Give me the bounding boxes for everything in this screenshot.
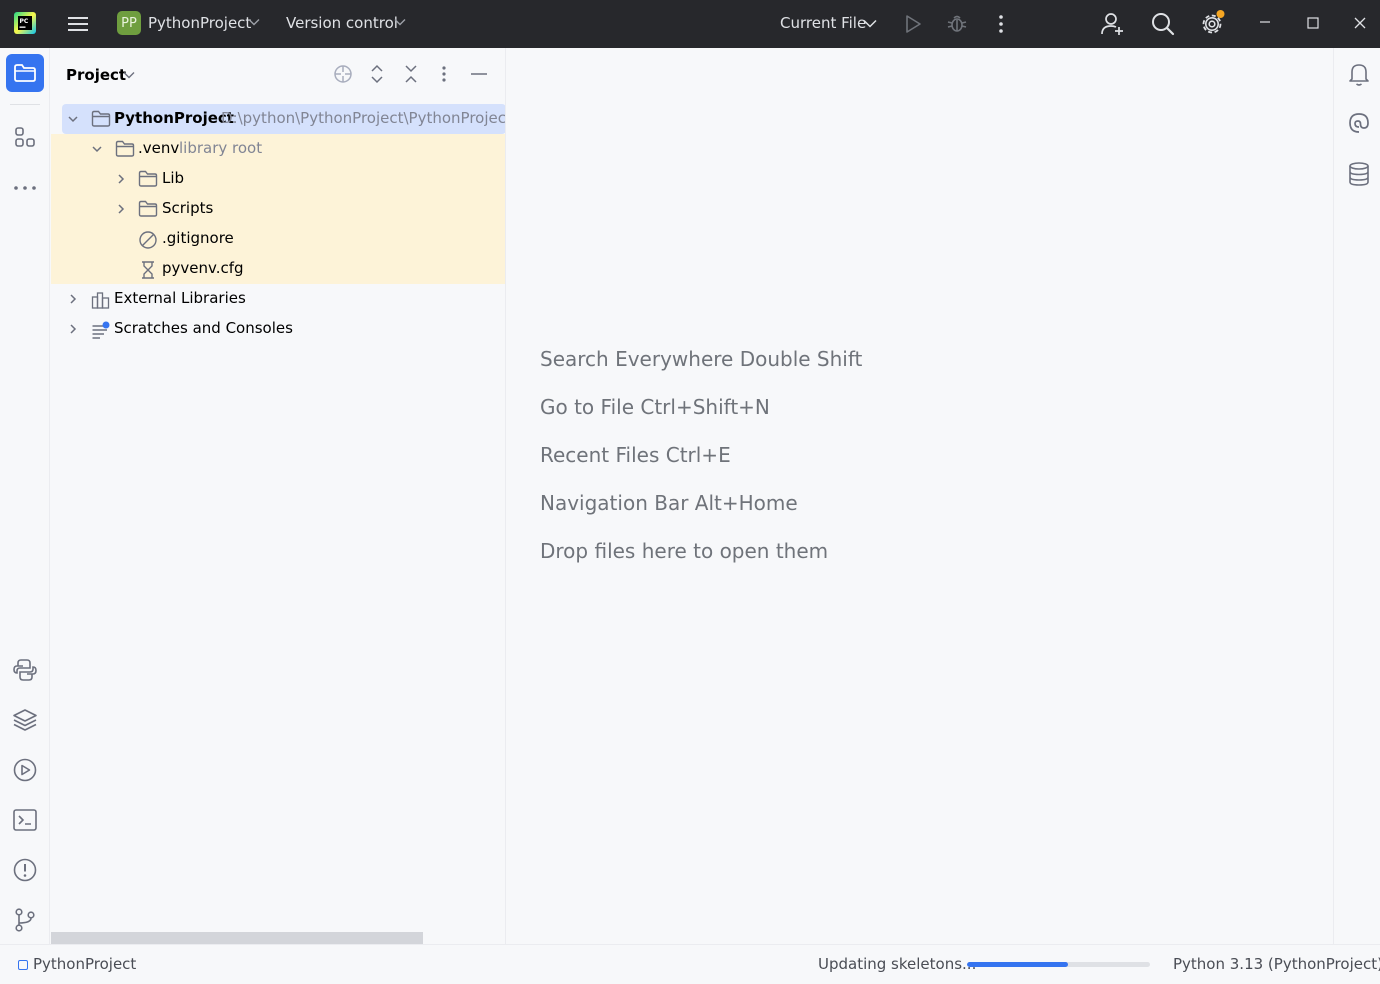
tree-row-lib[interactable]: Lib	[51, 164, 505, 194]
tree-row-gitignore[interactable]: .gitignore	[51, 224, 505, 254]
divider	[10, 104, 40, 105]
title-bar: PC PP PythonProject Version control Curr…	[0, 0, 1380, 48]
search-icon[interactable]	[1150, 11, 1176, 37]
settings-gear-icon[interactable]	[1199, 9, 1227, 37]
chevron-down-icon[interactable]	[123, 71, 135, 79]
tree-row-scratches[interactable]: Scratches and Consoles	[51, 314, 505, 344]
left-tool-window-bar	[0, 48, 50, 944]
code-with-me-icon[interactable]	[1100, 11, 1126, 37]
python-packages-icon[interactable]	[12, 707, 38, 733]
hint-navigation-bar: Navigation Bar Alt+Home	[540, 491, 798, 515]
select-opened-file-icon[interactable]	[333, 64, 353, 84]
notifications-bell-icon[interactable]	[1347, 61, 1371, 87]
collapse-all-icon[interactable]	[402, 64, 420, 84]
more-actions-icon[interactable]	[993, 13, 1009, 35]
hint-recent-files: Recent Files Ctrl+E	[540, 443, 731, 467]
tree-item-label: Scripts	[162, 199, 214, 217]
pycharm-logo-icon[interactable]: PC	[14, 12, 36, 34]
tree-item-label: External Libraries	[114, 289, 246, 307]
python-console-icon[interactable]	[12, 657, 38, 683]
project-tool-button[interactable]	[6, 54, 44, 92]
folder-icon	[91, 110, 111, 127]
libraries-icon	[91, 292, 110, 309]
terminal-icon[interactable]	[12, 807, 38, 833]
chevron-right-icon[interactable]	[67, 293, 79, 305]
tree-item-label: Lib	[162, 169, 185, 187]
scratches-icon	[92, 321, 110, 339]
status-project-breadcrumb[interactable]: PythonProject	[33, 955, 136, 973]
folder-icon	[138, 170, 158, 187]
status-bar: PythonProject Updating skeletons... Pyth…	[0, 944, 1380, 984]
debug-icon[interactable]	[946, 12, 968, 34]
hide-panel-icon[interactable]	[470, 64, 488, 84]
right-tool-window-bar	[1333, 48, 1380, 944]
svg-text:PC: PC	[20, 18, 29, 25]
tree-row-scripts[interactable]: Scripts	[51, 194, 505, 224]
chevron-down-icon[interactable]	[394, 18, 406, 26]
editor-empty-state[interactable]: Search Everywhere Double Shift Go to Fil…	[507, 48, 1333, 944]
minimize-window-icon[interactable]	[1258, 15, 1272, 29]
ai-assistant-icon[interactable]	[1347, 111, 1371, 135]
folder-icon	[115, 140, 135, 157]
chevron-right-icon[interactable]	[115, 173, 127, 185]
horizontal-scrollbar[interactable]	[51, 932, 423, 944]
project-widget[interactable]: PythonProject	[148, 14, 251, 32]
chevron-down-icon[interactable]	[248, 18, 260, 26]
structure-icon[interactable]	[13, 126, 37, 150]
folder-icon	[138, 200, 158, 217]
tree-row-pyvenv-cfg[interactable]: pyvenv.cfg	[51, 254, 505, 284]
hint-search-everywhere: Search Everywhere Double Shift	[540, 347, 863, 371]
chevron-down-icon[interactable]	[91, 143, 103, 155]
tree-item-hint: library root	[179, 139, 263, 157]
run-icon[interactable]	[903, 13, 923, 35]
progress-fill	[967, 962, 1068, 967]
tree-item-path: D:\python\PythonProject\PythonProject\Py…	[221, 109, 506, 127]
tree-row-pythonproject[interactable]: PythonProject D:\python\PythonProject\Py…	[62, 104, 506, 134]
panel-title[interactable]: Project	[66, 66, 126, 84]
problems-icon[interactable]	[12, 857, 38, 883]
project-square-icon	[18, 960, 28, 970]
git-branch-icon[interactable]	[12, 907, 38, 933]
python-interpreter-widget[interactable]: Python 3.13 (PythonProject)	[1173, 955, 1380, 973]
tree-item-label: pyvenv.cfg	[162, 259, 244, 277]
version-control-widget[interactable]: Version control	[286, 14, 398, 32]
tree-item-label: Scratches and Consoles	[114, 319, 293, 337]
chevron-down-icon[interactable]	[863, 19, 877, 28]
run-configuration-widget[interactable]: Current File	[780, 14, 866, 32]
options-kebab-icon[interactable]	[437, 64, 451, 84]
tree-item-label: .venv	[138, 139, 180, 157]
tree-item-label: .gitignore	[162, 229, 234, 247]
chevron-right-icon[interactable]	[115, 203, 127, 215]
tree-row-external-libraries[interactable]: External Libraries	[51, 284, 505, 314]
maximize-window-icon[interactable]	[1306, 16, 1320, 30]
database-icon[interactable]	[1347, 161, 1371, 187]
expand-all-icon[interactable]	[368, 64, 386, 84]
folder-icon	[14, 64, 36, 82]
hint-go-to-file: Go to File Ctrl+Shift+N	[540, 395, 770, 419]
more-tool-windows-icon[interactable]	[13, 176, 37, 200]
close-window-icon[interactable]	[1353, 16, 1367, 30]
tree-row-venv[interactable]: .venv library root	[51, 134, 505, 164]
services-icon[interactable]	[12, 757, 38, 783]
tree-item-label: PythonProject	[114, 109, 234, 127]
background-task-label[interactable]: Updating skeletons...	[818, 955, 976, 973]
main-menu-icon[interactable]	[67, 14, 89, 34]
config-file-icon	[142, 261, 154, 279]
ignored-file-icon	[139, 231, 157, 249]
chevron-right-icon[interactable]	[67, 323, 79, 335]
project-tool-window: Project PythonProject D:\python\PythonPr…	[51, 48, 506, 944]
project-badge[interactable]: PP	[117, 11, 141, 35]
background-task-progress[interactable]	[967, 962, 1150, 967]
chevron-down-icon[interactable]	[67, 113, 79, 125]
hint-drop-files: Drop files here to open them	[540, 539, 829, 563]
